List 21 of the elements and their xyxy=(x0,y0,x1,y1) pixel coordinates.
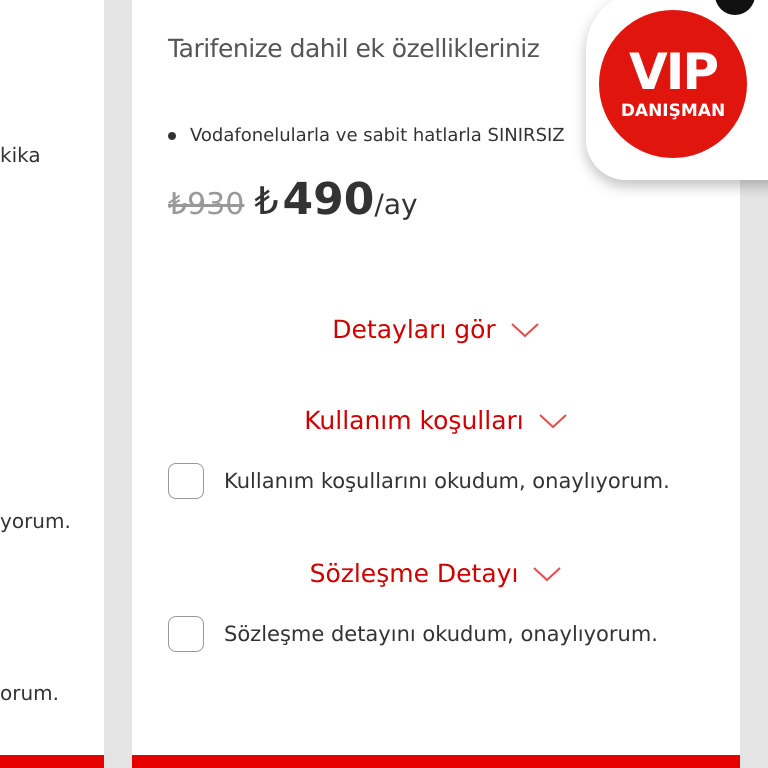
feature-text: Vodafonelularla ve sabit hatlarla SINIRSIZ xyxy=(190,125,565,146)
consent-label: Sözleşme detayını okudum, onaylıyorum. xyxy=(224,622,658,646)
text-fragment: kika xyxy=(0,143,41,167)
bullet-icon xyxy=(168,132,176,140)
price-period: /ay xyxy=(374,188,418,221)
text-fragment: orum. xyxy=(0,681,59,705)
card-title: Tarifenize dahil ek özellikleriniz xyxy=(168,34,540,63)
chevron-down-icon xyxy=(532,564,562,582)
text-fragment: yorum. xyxy=(0,509,71,533)
expand-link[interactable]: Detayları gör xyxy=(332,315,540,344)
currency-symbol: ₺ xyxy=(254,179,279,223)
chevron-down-icon xyxy=(538,412,568,430)
consent-label: Kullanım koşullarını okudum, onaylıyorum. xyxy=(224,469,670,493)
expand-link[interactable]: Kullanım koşulları xyxy=(304,406,568,435)
expand-link[interactable]: Sözleşme Detayı xyxy=(310,559,562,588)
chevron-down-icon xyxy=(510,320,540,338)
price-amount: 490 xyxy=(282,174,374,225)
checkbox[interactable] xyxy=(168,616,204,652)
old-price: ₺930 xyxy=(168,187,244,222)
vip-badge[interactable]: VIP DANIŞMAN xyxy=(599,10,747,158)
checkbox[interactable] xyxy=(168,463,204,499)
